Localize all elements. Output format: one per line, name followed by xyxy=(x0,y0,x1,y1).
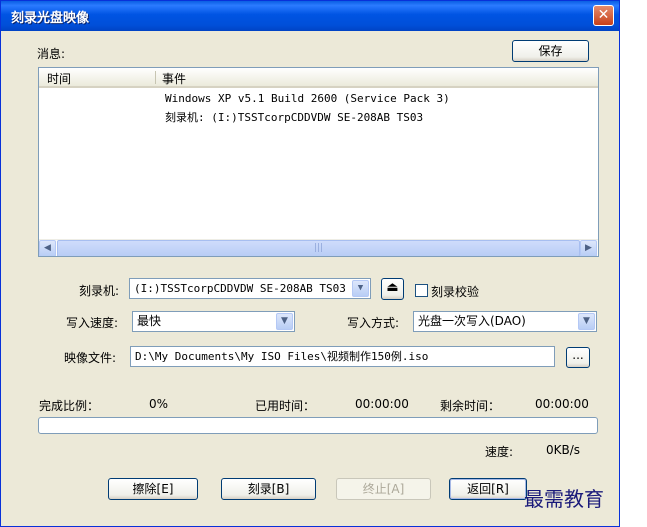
mode-select[interactable]: 光盘一次写入(DAO) ▼ xyxy=(413,311,597,332)
column-event[interactable]: 事件 xyxy=(162,70,186,87)
remaining-value: 00:00:00 xyxy=(535,397,589,411)
title-bar[interactable]: 刻录光盘映像 ✕ xyxy=(1,1,619,31)
burn-image-dialog: 刻录光盘映像 ✕ 消息: 保存 时间 事件 Windows XP v5.1 Bu… xyxy=(0,0,620,527)
chevron-down-icon[interactable]: ▼ xyxy=(276,313,293,330)
list-item: Windows XP v5.1 Build 2600 (Service Pack… xyxy=(165,92,450,105)
list-item: 刻录机: (I:)TSSTcorpCDDVDW SE-208AB TS03 xyxy=(165,111,424,124)
eject-button[interactable]: ⏏ xyxy=(381,278,404,300)
verify-label: 刻录校验 xyxy=(431,285,480,299)
chevron-left-icon: ◀ xyxy=(44,243,51,253)
burner-select[interactable]: (I:)TSSTcorpCDDVDW SE-208AB TS03 ▼ xyxy=(129,278,371,299)
scroll-thumb[interactable]: ||| xyxy=(57,240,580,256)
progress-bar xyxy=(38,417,598,434)
eject-icon: ⏏ xyxy=(386,280,399,295)
mode-value: 光盘一次写入(DAO) xyxy=(418,314,526,328)
messages-label: 消息: xyxy=(37,47,66,61)
chevron-right-icon: ▶ xyxy=(585,243,592,253)
close-button[interactable]: ✕ xyxy=(593,5,614,26)
chevron-down-icon[interactable]: ▼ xyxy=(352,280,369,297)
grip-icon: ||| xyxy=(313,243,324,253)
speed-label: 写入速度: xyxy=(66,316,119,330)
speed-readout-label: 速度: xyxy=(485,445,514,459)
remaining-label: 剩余时间： xyxy=(440,399,501,413)
burner-label: 刻录机: xyxy=(79,284,120,298)
complete-value: 0% xyxy=(149,397,169,411)
message-list[interactable]: 时间 事件 Windows XP v5.1 Build 2600 (Servic… xyxy=(38,67,599,257)
erase-button[interactable]: 擦除[E] xyxy=(108,478,198,500)
speed-value: 最快 xyxy=(137,314,162,328)
list-header: 时间 事件 xyxy=(39,68,598,88)
burn-button[interactable]: 刻录[B] xyxy=(221,478,316,500)
mode-label: 写入方式: xyxy=(347,316,400,330)
chevron-down-icon[interactable]: ▼ xyxy=(578,313,595,330)
stop-button[interactable]: 终止[A] xyxy=(336,478,431,500)
elapsed-value: 00:00:00 xyxy=(355,397,409,411)
scroll-right-button[interactable]: ▶ xyxy=(580,240,597,256)
watermark: 最需教育 xyxy=(524,487,604,511)
horizontal-scrollbar[interactable]: ◀ ||| ▶ xyxy=(39,239,598,256)
speed-readout-value: 0KB/s xyxy=(546,443,581,457)
scroll-left-button[interactable]: ◀ xyxy=(39,240,56,256)
back-button[interactable]: 返回[R] xyxy=(449,478,527,500)
image-file-label: 映像文件: xyxy=(64,351,117,365)
save-button[interactable]: 保存 xyxy=(512,40,589,62)
window-title: 刻录光盘映像 xyxy=(11,11,90,26)
burner-value: (I:)TSSTcorpCDDVDW SE-208AB TS03 xyxy=(134,282,346,295)
complete-label: 完成比例： xyxy=(39,399,100,413)
close-icon: ✕ xyxy=(597,7,610,23)
browse-button[interactable]: ... xyxy=(566,347,590,368)
image-file-input[interactable]: D:\My Documents\My ISO Files\视频制作150例.is… xyxy=(130,346,555,367)
speed-select[interactable]: 最快 ▼ xyxy=(132,311,295,332)
column-divider[interactable] xyxy=(155,71,156,84)
elapsed-label: 已用时间： xyxy=(255,399,316,413)
verify-checkbox[interactable] xyxy=(415,284,428,297)
column-time[interactable]: 时间 xyxy=(47,70,71,87)
